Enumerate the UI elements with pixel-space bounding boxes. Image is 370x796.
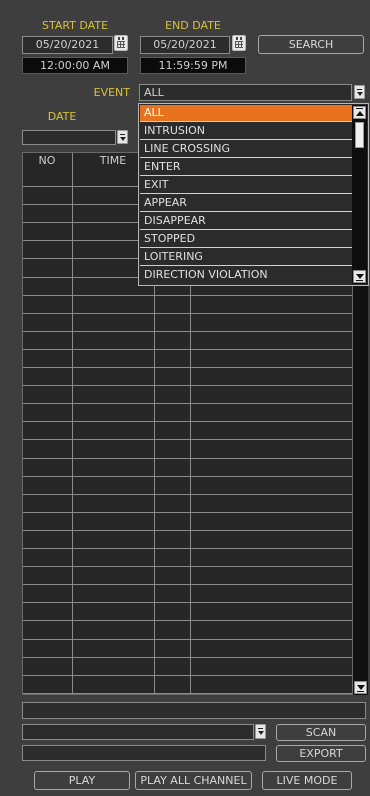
calendar-icon[interactable] (232, 35, 246, 51)
dropdown-option[interactable]: LOITERING (140, 249, 353, 266)
event-select[interactable]: ALL (139, 84, 352, 101)
export-button[interactable]: EXPORT (276, 745, 366, 762)
scroll-up-icon[interactable] (353, 106, 366, 119)
channel-select[interactable] (22, 724, 254, 740)
table-header-no: NO (38, 154, 56, 167)
play-all-channel-button[interactable]: PLAY ALL CHANNEL (135, 771, 252, 790)
table-scrollbar[interactable] (353, 286, 368, 695)
calendar-icon[interactable] (114, 35, 128, 51)
start-time-field[interactable]: 12:00:00 AM (22, 57, 128, 74)
scan-button[interactable]: SCAN (276, 724, 366, 741)
scroll-down-icon[interactable] (354, 681, 367, 694)
dropdown-option[interactable]: INTRUSION (140, 123, 353, 140)
start-date-field[interactable]: 05/20/2021 (22, 36, 113, 54)
dropdown-option[interactable]: ENTER (140, 159, 353, 176)
live-mode-button[interactable]: LIVE MODE (262, 771, 352, 790)
date-label: DATE (47, 110, 77, 123)
scroll-thumb[interactable] (355, 122, 364, 148)
date-dropdown-arrow-icon[interactable] (117, 130, 128, 144)
dropdown-option[interactable]: EXIT (140, 177, 353, 194)
dropdown-scrollbar[interactable] (352, 105, 367, 284)
search-button[interactable]: SEARCH (258, 35, 364, 54)
start-date-label: START DATE (41, 19, 109, 32)
dropdown-option[interactable]: DIRECTION VIOLATION (140, 267, 353, 284)
end-date-label: END DATE (165, 19, 221, 32)
dropdown-option[interactable]: STOPPED (140, 231, 353, 248)
event-dropdown-arrow-icon[interactable] (354, 85, 365, 99)
event-dropdown-list[interactable]: ALL INTRUSION LINE CROSSING ENTER EXIT APPEAR… (138, 103, 369, 286)
channel-dropdown-arrow-icon[interactable] (255, 724, 266, 739)
info-field (22, 702, 366, 719)
dropdown-option[interactable]: APPEAR (140, 195, 353, 212)
end-date-field[interactable]: 05/20/2021 (140, 36, 230, 54)
dropdown-option[interactable]: ALL (140, 105, 353, 122)
dropdown-option[interactable]: DISAPPEAR (140, 213, 353, 230)
event-label: EVENT (93, 86, 130, 99)
end-time-field[interactable]: 11:59:59 PM (140, 57, 246, 74)
scroll-down-icon[interactable] (353, 270, 366, 283)
play-button[interactable]: PLAY (34, 771, 130, 790)
date-select[interactable] (22, 130, 116, 145)
dropdown-option[interactable]: LINE CROSSING (140, 141, 353, 158)
export-path-field (22, 745, 266, 761)
